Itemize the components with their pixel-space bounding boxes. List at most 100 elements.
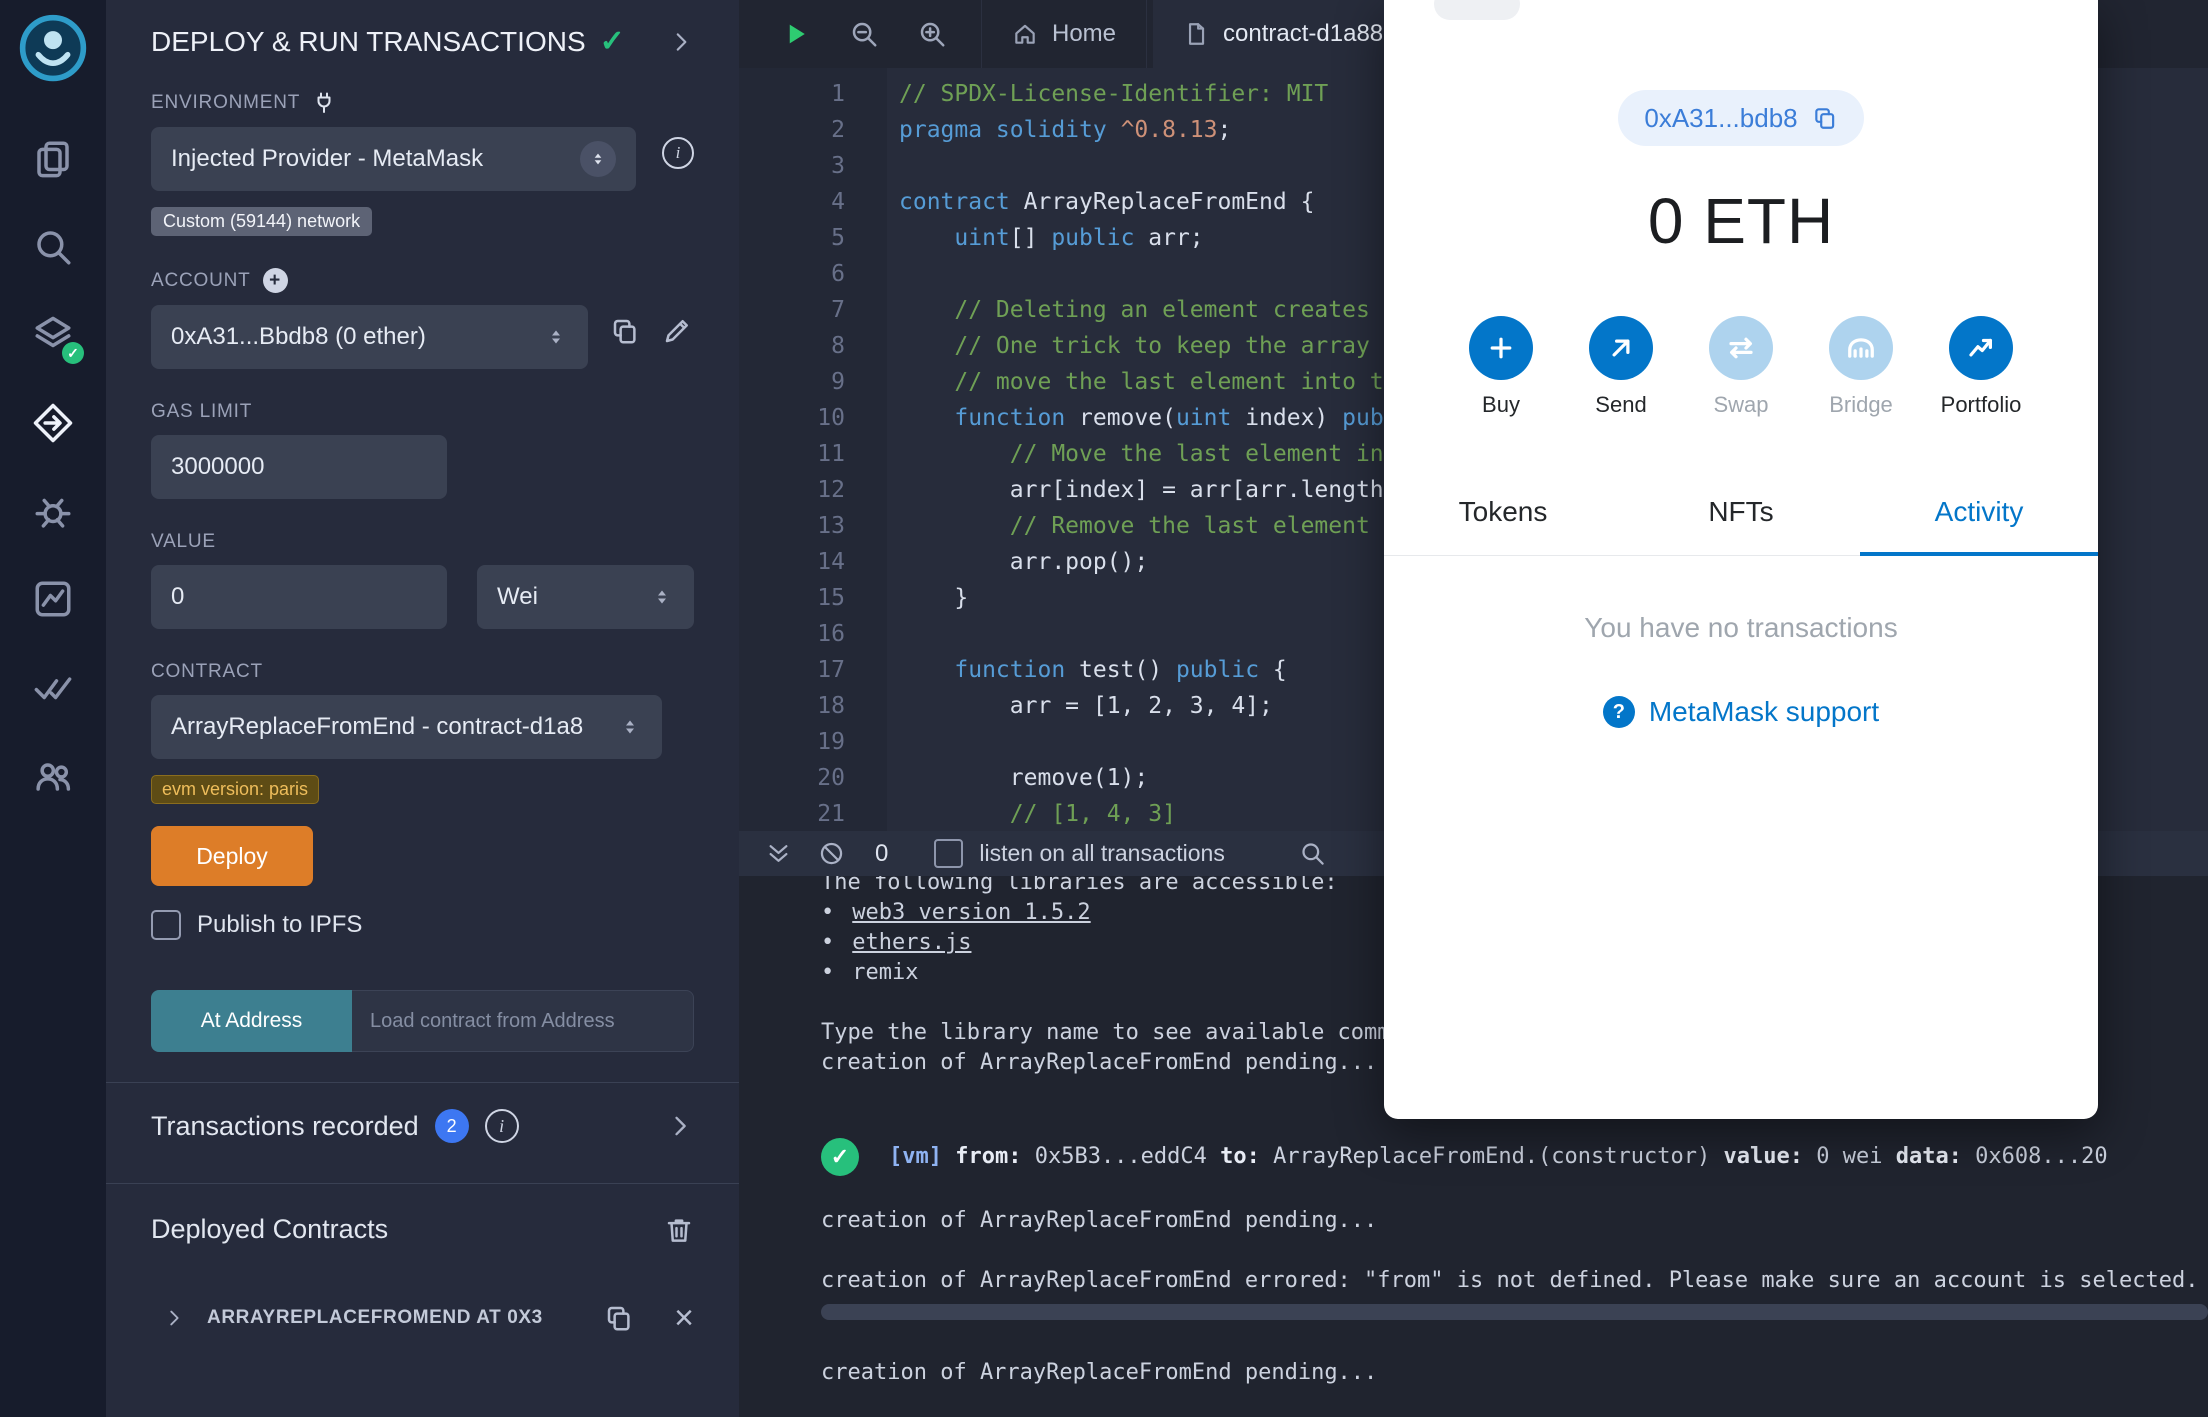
mm-action-circle (1469, 316, 1533, 380)
support-link-label: MetaMask support (1648, 696, 1880, 727)
sidebar-item-plugins[interactable] (30, 752, 76, 798)
environment-caret (580, 141, 616, 177)
transactions-recorded-label: Transactions recorded (151, 1110, 419, 1141)
zoom-in-button[interactable] (917, 19, 947, 49)
activity-bar: ✓ (0, 0, 106, 1417)
pencil-icon (665, 320, 688, 343)
mm-tab-activity[interactable]: Activity (1860, 496, 2098, 556)
mm-action-label: Swap (1713, 392, 1769, 417)
chevron-right-icon (676, 32, 687, 51)
environment-value: Injected Provider - MetaMask (171, 145, 484, 172)
metamask-header-pill (1434, 0, 1520, 20)
mm-action-label: Send (1595, 392, 1647, 417)
account-section: ACCOUNT + (151, 268, 694, 293)
transactions-expand-button[interactable] (666, 1112, 694, 1140)
copy-contract-address-button[interactable] (604, 1303, 634, 1333)
mm-action-send[interactable]: Send (1566, 316, 1676, 418)
value-unit-select[interactable]: Wei (477, 565, 694, 629)
network-badge: Custom (59144) network (151, 207, 373, 236)
panel-collapse-button[interactable] (668, 29, 694, 55)
account-address-pill[interactable]: 0xA31...bdb8 (1618, 90, 1864, 146)
sidebar-item-debugger[interactable] (30, 488, 76, 534)
transactions-count-badge: 2 (434, 1109, 469, 1143)
sidebar-item-file-explorer[interactable] (30, 136, 76, 182)
mm-tab-nfts[interactable]: NFTs (1622, 496, 1860, 555)
side-panel: DEPLOY & RUN TRANSACTIONS ✓ ENVIRONMENT … (106, 0, 739, 1417)
transactions-info-icon[interactable]: i (484, 1109, 519, 1143)
copy-address-button[interactable] (1812, 105, 1838, 131)
divider (106, 1183, 739, 1184)
panel-header: DEPLOY & RUN TRANSACTIONS ✓ (151, 0, 694, 59)
deployed-contract-item[interactable]: ARRAYREPLACEFROMEND AT 0X3 × (151, 1301, 694, 1335)
remix-ide: ✓ DEPLOY & RUN TRANSACTIONS ✓ ENVIRONMEN… (0, 0, 2208, 1417)
run-script-button[interactable] (781, 19, 811, 49)
expand-terminal-button[interactable] (765, 840, 792, 867)
terminal-line: ✓ [vm] from: 0x5B3...eddC4 to: ArrayRepla… (821, 1138, 2208, 1176)
sidebar-item-deploy-run[interactable] (30, 400, 76, 446)
at-address-button[interactable]: At Address (151, 990, 352, 1052)
at-address-input[interactable]: Load contract from Address (352, 990, 694, 1052)
add-account-icon[interactable]: + (262, 268, 288, 293)
home-icon (1015, 24, 1035, 44)
contract-caret (618, 715, 642, 739)
terminal-horizontal-scrollbar[interactable] (821, 1304, 2208, 1320)
contract-select[interactable]: ArrayReplaceFromEnd - contract-d1a8 (151, 695, 662, 759)
zoom-out-button[interactable] (849, 19, 879, 49)
value-label: VALUE (151, 531, 216, 552)
copy-icon (1814, 108, 1834, 129)
caret-updown-icon (552, 330, 560, 344)
environment-label: ENVIRONMENT (151, 92, 301, 113)
mm-action-buy[interactable]: Buy (1446, 316, 1556, 418)
mm-action-circle (1949, 316, 2013, 380)
terminal-search-button[interactable] (1299, 840, 1326, 867)
analytics-icon (35, 581, 71, 617)
tab-home[interactable]: Home (981, 0, 1148, 68)
pending-transactions-count: 0 (875, 839, 889, 867)
metamask-support-link[interactable]: ? MetaMask support (1602, 696, 1880, 728)
sidebar-item-static-analysis[interactable] (30, 664, 76, 710)
sidebar-item-solidity-compiler[interactable]: ✓ (30, 312, 84, 364)
environment-info-icon[interactable]: i (662, 137, 694, 169)
terminal-line: creation of ArrayReplaceFromEnd pending.… (821, 1360, 1378, 1385)
copy-account-button[interactable] (610, 316, 640, 346)
deploy-button[interactable]: Deploy (151, 826, 313, 886)
terminal-link[interactable]: ethers.js (852, 928, 971, 958)
play-icon (789, 24, 805, 44)
plug-icon (317, 92, 331, 113)
mm-action-label: Bridge (1829, 392, 1893, 417)
contract-tab-label: contract-d1a881 (1223, 20, 1397, 47)
account-balance: 0 ETH (1647, 185, 1835, 257)
divider (106, 1082, 739, 1083)
metamask-popup: 0xA31...bdb8 0 ETH Buy Send Swap Bridge Port… (1384, 0, 2098, 1119)
publish-ipfs-checkbox[interactable] (151, 910, 181, 940)
clear-console-button[interactable] (818, 840, 845, 867)
account-value: 0xA31...Bbdb8 (0 ether) (171, 323, 426, 350)
plugins-icon (36, 763, 71, 791)
expand-contract-button[interactable] (163, 1307, 185, 1329)
copy-icon (613, 319, 636, 344)
sidebar-item-analytics[interactable] (30, 576, 76, 622)
mm-action-portfolio[interactable]: Portfolio (1926, 316, 2036, 418)
clear-deployed-button[interactable] (664, 1215, 694, 1245)
sidebar-item-search[interactable] (30, 224, 76, 270)
value-amount: 0 (171, 583, 185, 610)
edit-account-button[interactable] (662, 316, 692, 346)
terminal-link[interactable]: web3 version 1.5.2 (852, 898, 1090, 928)
contract-value: ArrayReplaceFromEnd - contract-d1a8 (171, 713, 584, 740)
at-address-placeholder: Load contract from Address (370, 1009, 615, 1032)
remove-contract-button[interactable]: × (674, 1301, 694, 1335)
swap-icon (1729, 337, 1753, 359)
zoom-out-icon (852, 22, 877, 47)
mm-tab-tokens[interactable]: Tokens (1384, 496, 1622, 555)
value-input[interactable]: 0 (151, 565, 447, 629)
account-select[interactable]: 0xA31...Bbdb8 (0 ether) (151, 305, 588, 369)
home-tab-label: Home (1052, 20, 1117, 47)
portfolio-icon (1969, 338, 1992, 357)
home-icon (1012, 21, 1038, 47)
file-icon (1188, 23, 1205, 45)
gas-limit-input[interactable]: 3000000 (151, 435, 447, 499)
environment-select[interactable]: Injected Provider - MetaMask (151, 127, 636, 191)
listen-transactions-checkbox[interactable] (934, 839, 964, 868)
